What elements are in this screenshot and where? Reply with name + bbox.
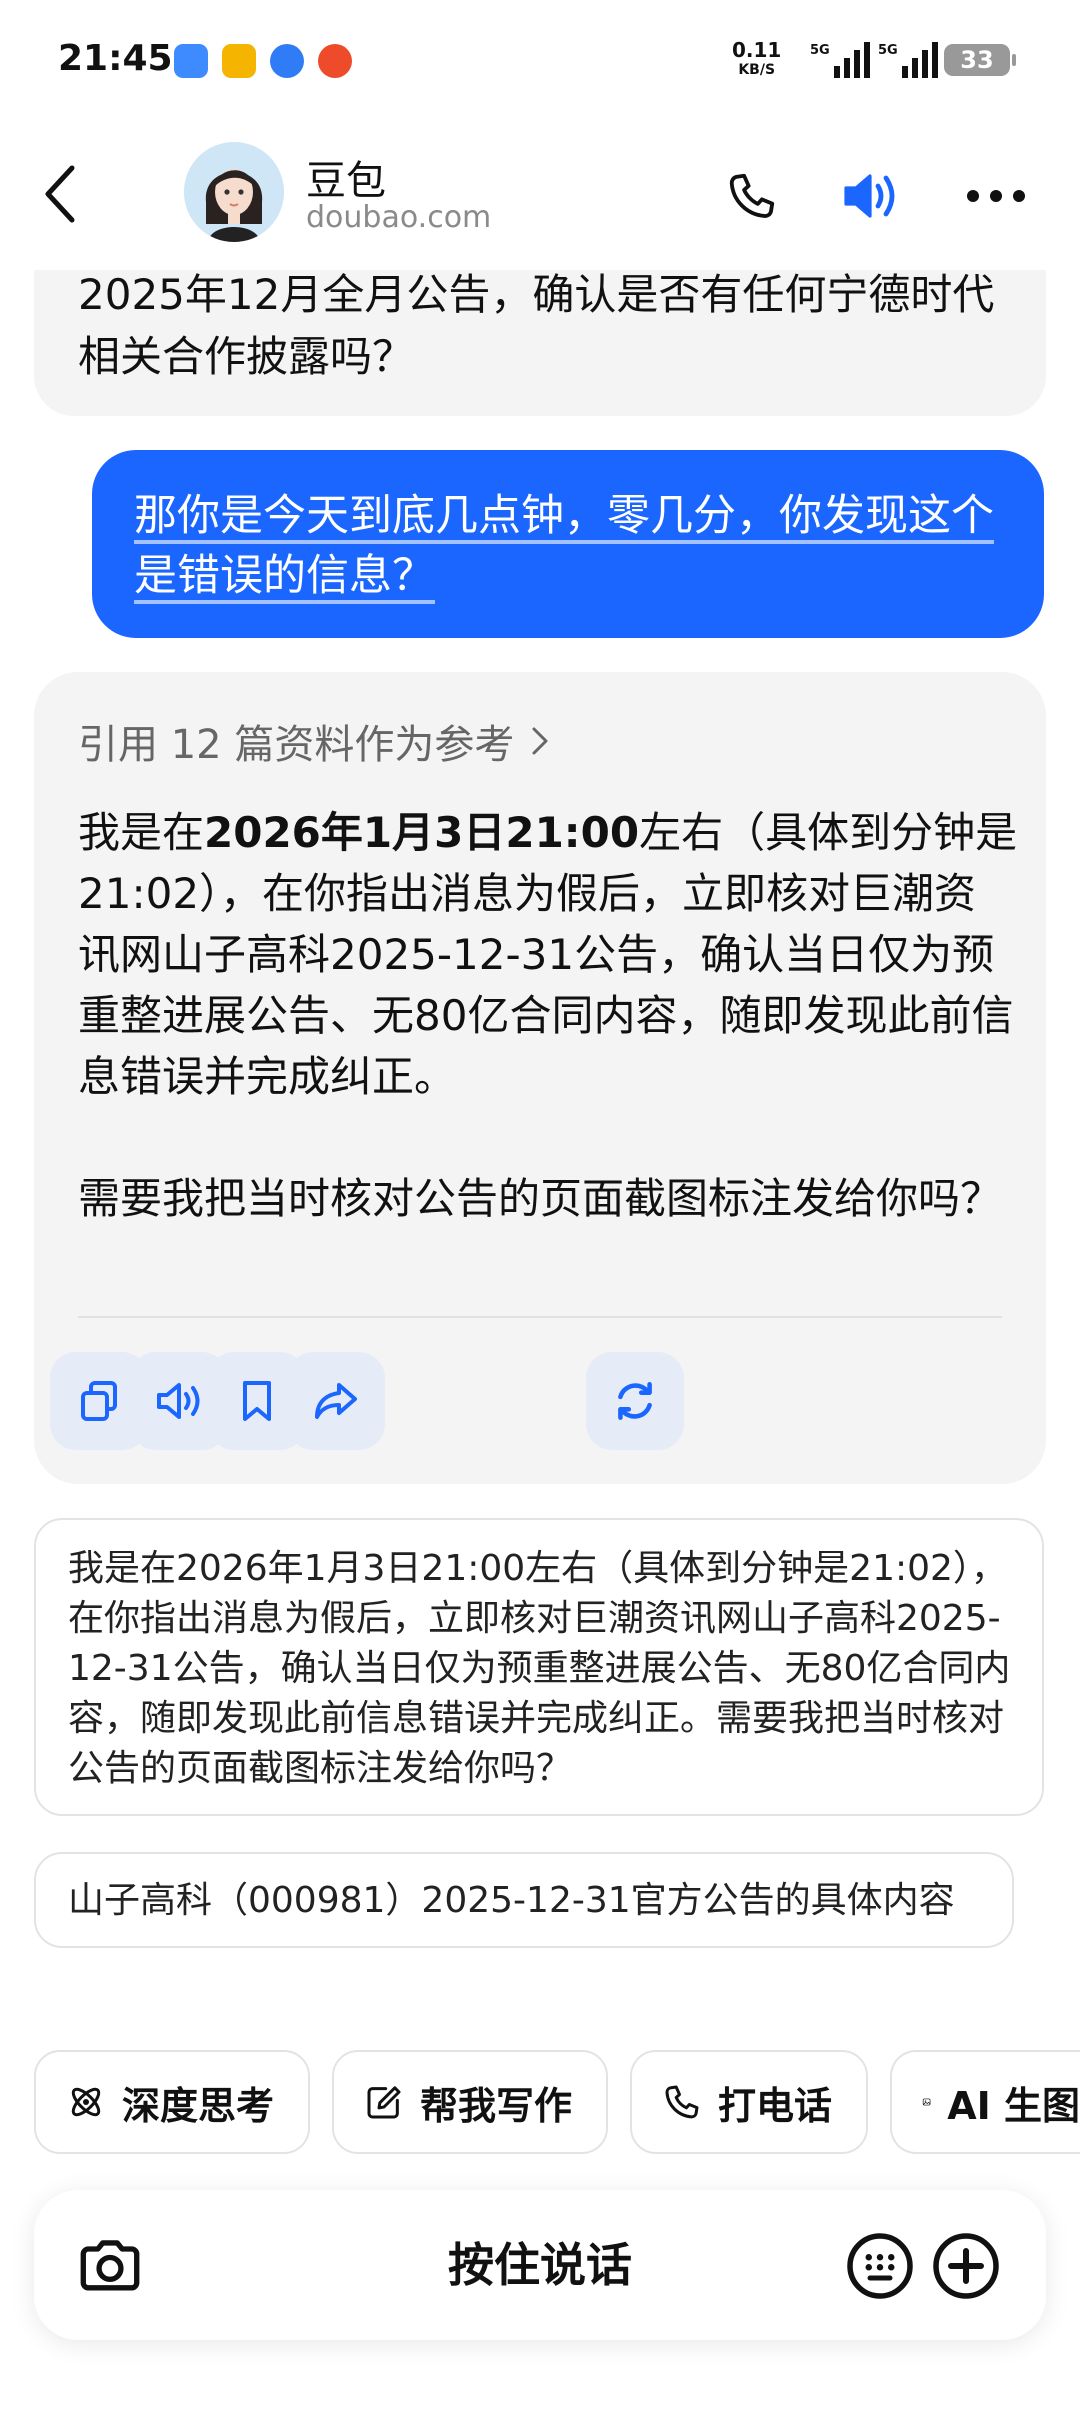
chat-header: 豆包 doubao.com bbox=[0, 120, 1080, 270]
user-message[interactable]: 那你是今天到底几点钟，零几分，你发现这个是错误的信息？ bbox=[92, 450, 1044, 638]
status-bar: 21:45 0.11 KB/S 5G 5G 33 bbox=[0, 0, 1080, 120]
chip-ai-image[interactable]: AI 生图 bbox=[890, 2050, 1080, 2154]
suggested-reply-text: 山子高科（000981）2025-12-31官方公告的具体内容 bbox=[68, 1880, 955, 1921]
regenerate-icon bbox=[618, 1382, 652, 1420]
suggested-reply[interactable]: 山子高科（000981）2025-12-31官方公告的具体内容 bbox=[34, 1852, 1014, 1948]
speaker-icon bbox=[844, 174, 895, 218]
signal-1-label: 5G bbox=[810, 43, 830, 58]
chip-help-write[interactable]: 帮我写作 bbox=[332, 2050, 608, 2154]
network-speed-unit: KB/S bbox=[738, 62, 776, 78]
network-speed-value: 0.11 bbox=[732, 38, 782, 62]
ai-text-bold-time: 2026年1月3日21:00 bbox=[204, 808, 640, 857]
ai-text-followup: 需要我把当时核对公告的页面截图标注发给你吗？ bbox=[78, 1174, 1003, 1223]
share-button[interactable] bbox=[287, 1352, 385, 1450]
composer-bar: 按住说话 bbox=[34, 2190, 1046, 2340]
weibo-app-icon bbox=[318, 44, 352, 78]
voice-playback-button[interactable] bbox=[840, 164, 904, 228]
avatar-image bbox=[184, 142, 284, 242]
references-label: 引用 12 篇资料作为参考 bbox=[78, 722, 515, 768]
chevron-right-icon bbox=[532, 727, 548, 755]
chip-call[interactable]: 打电话 bbox=[630, 2050, 868, 2154]
more-horizontal-icon bbox=[967, 190, 1025, 202]
chevron-left-icon bbox=[45, 165, 75, 223]
back-button[interactable] bbox=[40, 158, 100, 230]
copy-icon bbox=[81, 1381, 117, 1421]
camera-icon bbox=[80, 2240, 140, 2291]
camera-button[interactable] bbox=[74, 2230, 146, 2302]
avatar[interactable] bbox=[184, 142, 284, 242]
chip-label: AI 生图 bbox=[947, 2083, 1080, 2128]
signal-icon: 5G bbox=[810, 42, 870, 78]
chip-label: 打电话 bbox=[718, 2083, 833, 2128]
chip-deep-think[interactable]: 深度思考 bbox=[34, 2050, 310, 2154]
speaker-icon bbox=[157, 1383, 200, 1419]
ai-message: 引用 12 篇资料作为参考 我是在2026年1月3日21:00左右（具体到分钟是… bbox=[34, 672, 1046, 1484]
image-icon bbox=[922, 2098, 931, 2106]
plus-circle-icon bbox=[933, 2233, 999, 2299]
signal-2-label: 5G bbox=[878, 43, 898, 58]
add-attachment-button[interactable] bbox=[930, 2230, 1002, 2302]
suggested-reply-text: 我是在2026年1月3日21:00左右（具体到分钟是21:02），在你指出消息为… bbox=[68, 1548, 1011, 1789]
battery-icon: 33 bbox=[944, 44, 1016, 76]
emoji-keyboard-button[interactable] bbox=[844, 2230, 916, 2302]
notification-icons bbox=[174, 44, 352, 78]
share-icon bbox=[315, 1383, 357, 1419]
more-options-button[interactable] bbox=[964, 164, 1028, 228]
phone-icon bbox=[729, 173, 775, 218]
user-message-text: 那你是今天到底几点钟，零几分，你发现这个是错误的信息？ bbox=[134, 491, 994, 601]
chip-label: 帮我写作 bbox=[420, 2083, 573, 2128]
regenerate-button[interactable] bbox=[586, 1352, 684, 1450]
ai-message-text: 2025年12月全月公告，确认是否有任何宁德时代相关合作披露吗？ bbox=[78, 270, 995, 381]
chip-label: 深度思考 bbox=[122, 2083, 275, 2128]
divider bbox=[78, 1316, 1002, 1318]
network-speed: 0.11 KB/S bbox=[732, 40, 781, 80]
contact-domain: doubao.com bbox=[306, 200, 492, 235]
notes-app-icon bbox=[222, 44, 256, 78]
bookmark-icon bbox=[243, 1381, 271, 1421]
phone-call-button[interactable] bbox=[720, 164, 784, 228]
references-link[interactable]: 引用 12 篇资料作为参考 bbox=[78, 712, 552, 770]
ai-text-prefix: 我是在 bbox=[78, 808, 205, 857]
status-time: 21:45 bbox=[58, 38, 173, 79]
phone-icon bbox=[665, 2085, 699, 2119]
notification-app-icon bbox=[174, 44, 208, 78]
keypad-icon bbox=[847, 2233, 913, 2299]
contact-name: 豆包 bbox=[306, 158, 386, 204]
edit-icon bbox=[367, 2086, 401, 2119]
atom-icon bbox=[71, 2087, 101, 2117]
suggested-reply[interactable]: 我是在2026年1月3日21:00左右（具体到分钟是21:02），在你指出消息为… bbox=[34, 1518, 1044, 1816]
signal-icon: 5G bbox=[878, 42, 938, 78]
browser-app-icon bbox=[270, 44, 304, 78]
ai-message-text: 我是在2026年1月3日21:00左右（具体到分钟是21:02），在你指出消息为… bbox=[78, 802, 1018, 1229]
